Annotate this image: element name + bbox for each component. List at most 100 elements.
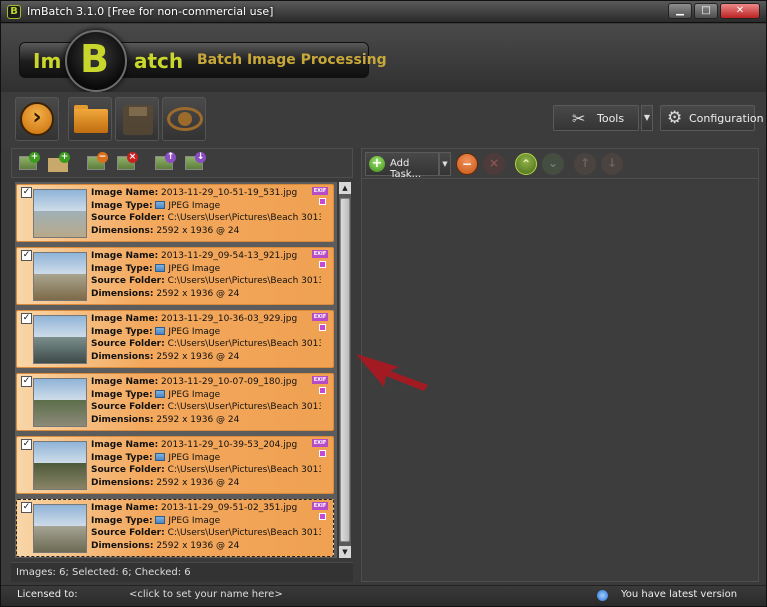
image-checkbox[interactable]: ✓ <box>21 502 32 513</box>
image-thumbnail <box>33 378 87 427</box>
image-checkbox[interactable]: ✓ <box>21 439 32 450</box>
jpeg-file-icon <box>155 515 166 524</box>
version-status-text: You have latest version <box>621 589 738 600</box>
set-name-link[interactable]: <click to set your name here> <box>129 589 283 600</box>
logo-text-im: Im <box>33 49 62 73</box>
logo-tagline: Batch Image Processing <box>197 52 387 68</box>
image-type-value: JPEG Image <box>168 515 221 526</box>
exif-badge[interactable]: EXIF <box>312 439 328 447</box>
minimize-button[interactable]: ▁ <box>668 3 692 19</box>
image-thumbnail <box>33 189 87 238</box>
image-list[interactable]: ✓ Image Name: 2013-11-29_10-51-19_531.jpg… <box>15 182 337 558</box>
source-folder-value: C:\Users\User\Pictures\Beach 3013 Nov\ <box>167 465 321 475</box>
add-image-button[interactable]: + <box>16 152 42 174</box>
exif-details-icon[interactable] <box>319 261 326 268</box>
scroll-down-button[interactable]: ▼ <box>339 546 351 558</box>
dimensions-label: Dimensions: <box>91 351 154 362</box>
move-down-button[interactable]: ↓ <box>182 152 208 174</box>
image-list-status: Images: 6; Selected: 6; Checked: 6 <box>11 562 353 582</box>
image-checkbox[interactable]: ✓ <box>21 187 32 198</box>
image-list-scrollbar[interactable]: ▲ ▼ <box>339 182 351 558</box>
image-name-value: 2013-11-29_09-51-02_351.jpg <box>161 503 298 513</box>
dimensions-value: 2592 x 1936 @ 24 <box>156 288 240 299</box>
exif-badge[interactable]: EXIF <box>312 376 328 384</box>
thumbnail-sky <box>34 316 86 338</box>
exif-badge[interactable]: EXIF <box>312 250 328 258</box>
plus-icon: + <box>59 152 70 163</box>
exif-badge[interactable]: EXIF <box>312 502 328 510</box>
thumbnail-sky <box>34 190 86 212</box>
source-folder-label: Source Folder: <box>91 339 165 349</box>
save-disk-label-icon <box>129 107 147 116</box>
image-list-item[interactable]: ✓ Image Name: 2013-11-29_09-51-02_351.jpg… <box>16 499 334 557</box>
open-folder-button[interactable] <box>68 97 112 141</box>
image-list-toolbar: + + − × ↑ ↓ <box>11 148 353 178</box>
image-checkbox[interactable]: ✓ <box>21 313 32 324</box>
dimensions-label: Dimensions: <box>91 288 154 299</box>
info-icon <box>597 590 608 601</box>
close-button[interactable]: ✕ <box>720 3 760 19</box>
thumbnail-ground <box>34 211 86 237</box>
add-folder-button[interactable]: + <box>46 152 72 174</box>
app-window: B ImBatch 3.1.0 [Free for non-commercial… <box>0 0 767 607</box>
jpeg-file-icon <box>155 263 166 272</box>
clear-images-button[interactable]: × <box>114 152 140 174</box>
image-name-value: 2013-11-29_10-07-09_180.jpg <box>161 377 298 387</box>
delete-task-button[interactable]: × <box>483 153 505 175</box>
tools-dropdown-button[interactable]: ▼ <box>641 105 653 131</box>
move-task-up-button[interactable]: ⌃ <box>515 153 537 175</box>
image-list-item[interactable]: ✓ Image Name: 2013-11-29_10-36-03_929.jpg… <box>16 310 334 368</box>
image-checkbox[interactable]: ✓ <box>21 376 32 387</box>
source-folder-label: Source Folder: <box>91 528 165 538</box>
image-name-value: 2013-11-29_10-36-03_929.jpg <box>161 314 298 324</box>
task-option-button-1[interactable]: ↑ <box>574 153 596 175</box>
image-name-value: 2013-11-29_10-51-19_531.jpg <box>161 188 298 198</box>
source-folder-value: C:\Users\User\Pictures\Beach 3013 Nov\ <box>167 402 321 412</box>
image-list-item[interactable]: ✓ Image Name: 2013-11-29_09-54-13_921.jpg… <box>16 247 334 305</box>
image-type-label: Image Type: <box>91 326 153 337</box>
status-bar: Licensed to: <click to set your name her… <box>1 585 766 606</box>
thumbnail-ground <box>34 274 86 300</box>
task-option-button-2[interactable]: ↓ <box>601 153 623 175</box>
scroll-up-button[interactable]: ▲ <box>339 182 351 194</box>
window-title: ImBatch 3.1.0 [Free for non-commercial u… <box>27 5 274 18</box>
title-bar: B ImBatch 3.1.0 [Free for non-commercial… <box>1 1 766 23</box>
source-folder-label: Source Folder: <box>91 465 165 475</box>
exif-details-icon[interactable] <box>319 198 326 205</box>
tools-button[interactable]: ✂ Tools <box>553 105 639 131</box>
image-list-panel: + + − × ↑ ↓ ✓ Image Name: 2013-11-29_10-… <box>11 148 353 582</box>
move-up-button[interactable]: ↑ <box>152 152 178 174</box>
save-button[interactable] <box>115 97 159 141</box>
image-list-item[interactable]: ✓ Image Name: 2013-11-29_10-39-53_204.jpg… <box>16 436 334 494</box>
exif-details-icon[interactable] <box>319 513 326 520</box>
arrow-down-circle-icon: ↓ <box>606 156 618 170</box>
window-controls: ▁ □ ✕ <box>668 3 760 19</box>
move-task-down-button[interactable]: ⌄ <box>542 153 564 175</box>
run-button[interactable]: › <box>15 97 59 141</box>
minus-icon: − <box>97 152 108 163</box>
image-name-label: Image Name: <box>91 188 159 198</box>
image-type-label: Image Type: <box>91 200 153 211</box>
source-folder-label: Source Folder: <box>91 402 165 412</box>
preview-button[interactable] <box>162 97 206 141</box>
image-list-item[interactable]: ✓ Image Name: 2013-11-29_10-51-19_531.jpg… <box>16 184 334 242</box>
thumbnail-sky <box>34 505 86 527</box>
add-task-dropdown-button[interactable]: ▼ <box>439 152 451 176</box>
exif-details-icon[interactable] <box>319 450 326 457</box>
scroll-thumb[interactable] <box>340 198 350 542</box>
image-name-label: Image Name: <box>91 377 159 387</box>
add-task-button[interactable]: + Add Task... <box>365 152 439 180</box>
exif-details-icon[interactable] <box>319 324 326 331</box>
remove-image-button[interactable]: − <box>84 152 110 174</box>
thumbnail-ground <box>34 463 86 489</box>
image-list-item[interactable]: ✓ Image Name: 2013-11-29_10-07-09_180.jpg… <box>16 373 334 431</box>
exif-badge[interactable]: EXIF <box>312 313 328 321</box>
image-checkbox[interactable]: ✓ <box>21 250 32 261</box>
maximize-button[interactable]: □ <box>694 3 718 19</box>
image-type-value: JPEG Image <box>168 389 221 400</box>
chevron-down-icon: ⌄ <box>547 156 559 170</box>
remove-task-button[interactable]: − <box>456 153 478 175</box>
exif-details-icon[interactable] <box>319 387 326 394</box>
exif-badge[interactable]: EXIF <box>312 187 328 195</box>
configuration-button[interactable]: ⚙ Configuration <box>660 105 764 131</box>
